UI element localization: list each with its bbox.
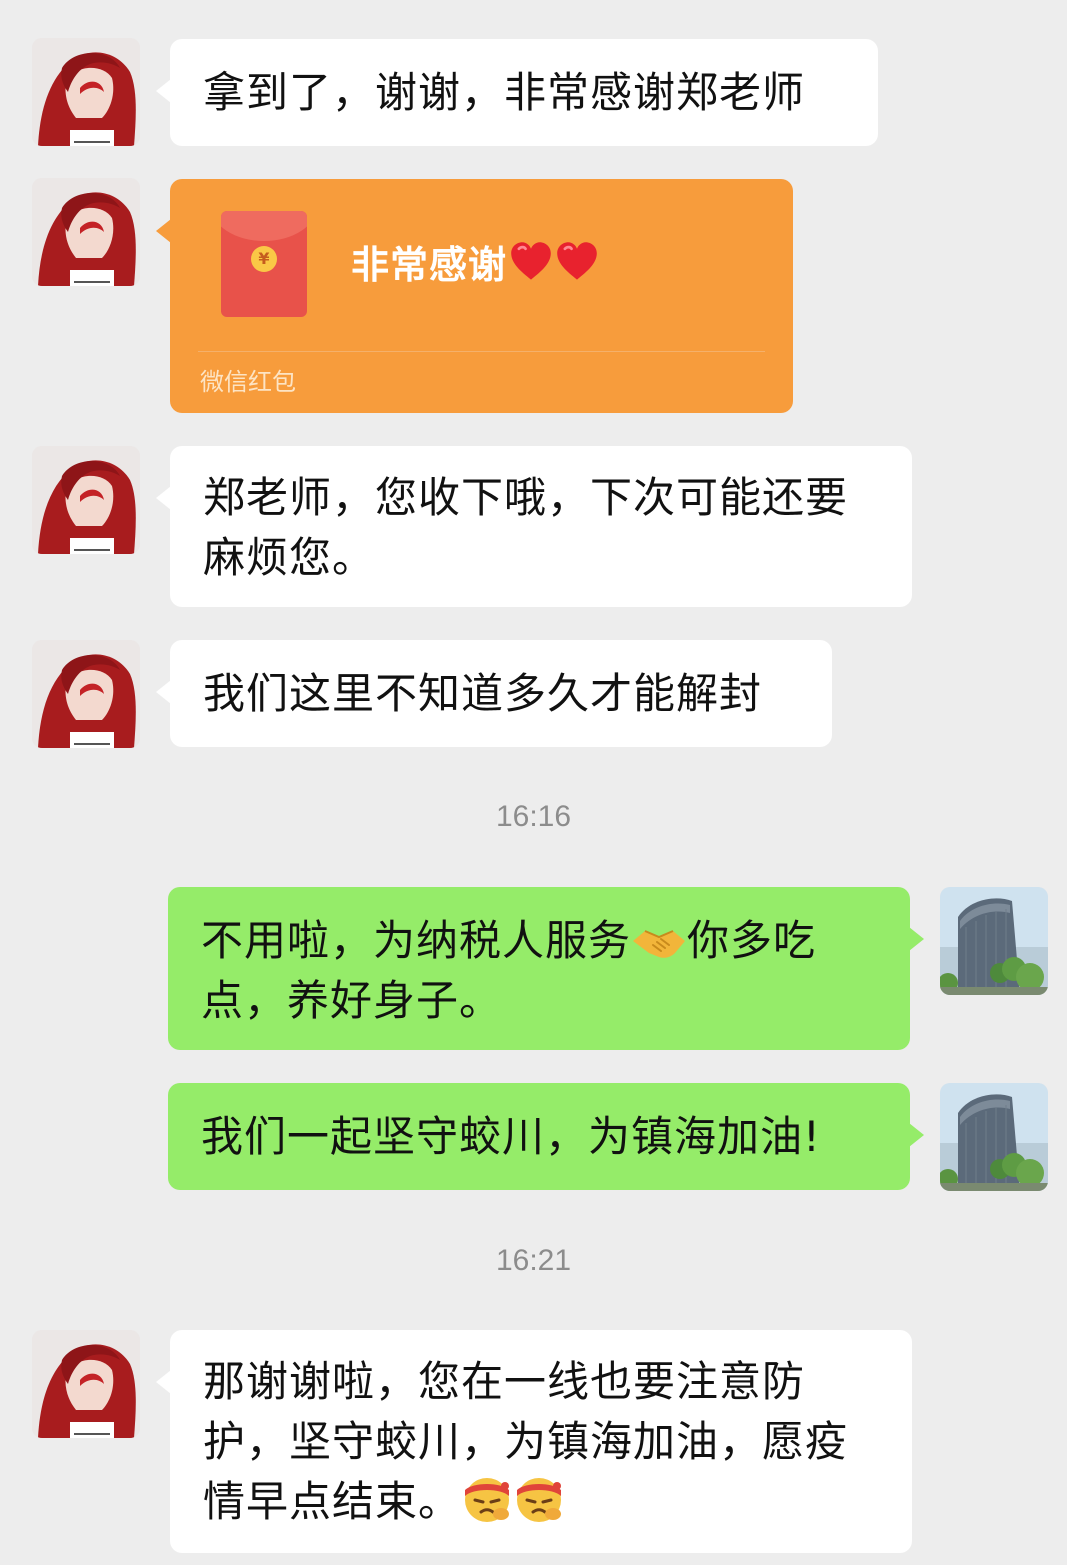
red-envelope-icon: ¥ <box>221 211 307 317</box>
building-avatar-image <box>940 887 1048 995</box>
message-text: 你多吃 <box>687 916 817 965</box>
outgoing-message-bubble[interactable]: 不用啦，为纳税人服务 你多吃 点，养好身子。 <box>168 887 924 1050</box>
fighting-face-emoji-icon <box>513 1472 565 1524</box>
message-text-line: 不用啦，为纳税人服务 你多吃 <box>201 911 878 971</box>
message-text: 我们这里不知道多久才能解封 <box>203 669 763 718</box>
incoming-message-bubble[interactable]: 郑老师，您收下哦，下次可能还要 麻烦您。 <box>156 446 912 607</box>
message-text-line: 郑老师，您收下哦，下次可能还要 <box>203 473 849 522</box>
contact-avatar[interactable] <box>32 1330 140 1438</box>
message-text: 我们一起坚守蛟川，为镇海加油! <box>201 1112 821 1161</box>
message-text: 不用啦，为纳税人服务 <box>201 916 632 965</box>
message-text-line: 护，坚守蛟川，为镇海加油，愿疫 <box>203 1417 849 1466</box>
contact-avatar[interactable] <box>32 446 140 554</box>
girl-avatar-image <box>32 640 140 748</box>
girl-avatar-image <box>32 446 140 554</box>
message-timestamp: 16:21 <box>495 1244 572 1277</box>
incoming-message-bubble[interactable]: 拿到了，谢谢，非常感谢郑老师 <box>156 39 878 146</box>
incoming-message-bubble[interactable]: 那谢谢啦，您在一线也要注意防 护，坚守蛟川，为镇海加油，愿疫 情早点结束。 <box>156 1330 912 1553</box>
contact-avatar[interactable] <box>32 640 140 748</box>
incoming-message-bubble[interactable]: 我们这里不知道多久才能解封 <box>156 640 832 747</box>
self-avatar[interactable] <box>940 1083 1048 1191</box>
message-timestamp: 16:16 <box>495 800 572 833</box>
red-packet-message-text: 非常感谢 <box>351 243 508 287</box>
girl-avatar-image <box>32 38 140 146</box>
heart-icon <box>509 240 553 284</box>
handshake-emoji-icon <box>631 923 687 963</box>
contact-avatar[interactable] <box>32 38 140 146</box>
red-packet-message: 非常感谢 <box>351 239 599 291</box>
red-packet-card[interactable]: ¥ 非常感谢 微信红包 <box>156 179 793 413</box>
girl-avatar-image <box>32 178 140 286</box>
coin-icon: ¥ <box>251 246 277 272</box>
red-packet-label: 微信红包 <box>200 368 296 396</box>
outgoing-message-bubble[interactable]: 我们一起坚守蛟川，为镇海加油! <box>168 1083 924 1190</box>
message-text: 拿到了，谢谢，非常感谢郑老师 <box>203 68 806 117</box>
message-text: 情早点结束。 <box>203 1477 462 1526</box>
message-text-line: 麻烦您。 <box>203 533 376 582</box>
self-avatar[interactable] <box>940 887 1048 995</box>
message-text-line: 那谢谢啦，您在一线也要注意防 <box>203 1357 806 1406</box>
red-packet-divider <box>198 351 765 352</box>
message-text-line: 点，养好身子。 <box>201 976 503 1025</box>
girl-avatar-image <box>32 1330 140 1438</box>
fighting-face-emoji-icon <box>461 1472 513 1524</box>
building-avatar-image <box>940 1083 1048 1191</box>
message-text-line: 情早点结束。 <box>203 1472 880 1532</box>
heart-icon <box>555 240 599 284</box>
contact-avatar[interactable] <box>32 178 140 286</box>
